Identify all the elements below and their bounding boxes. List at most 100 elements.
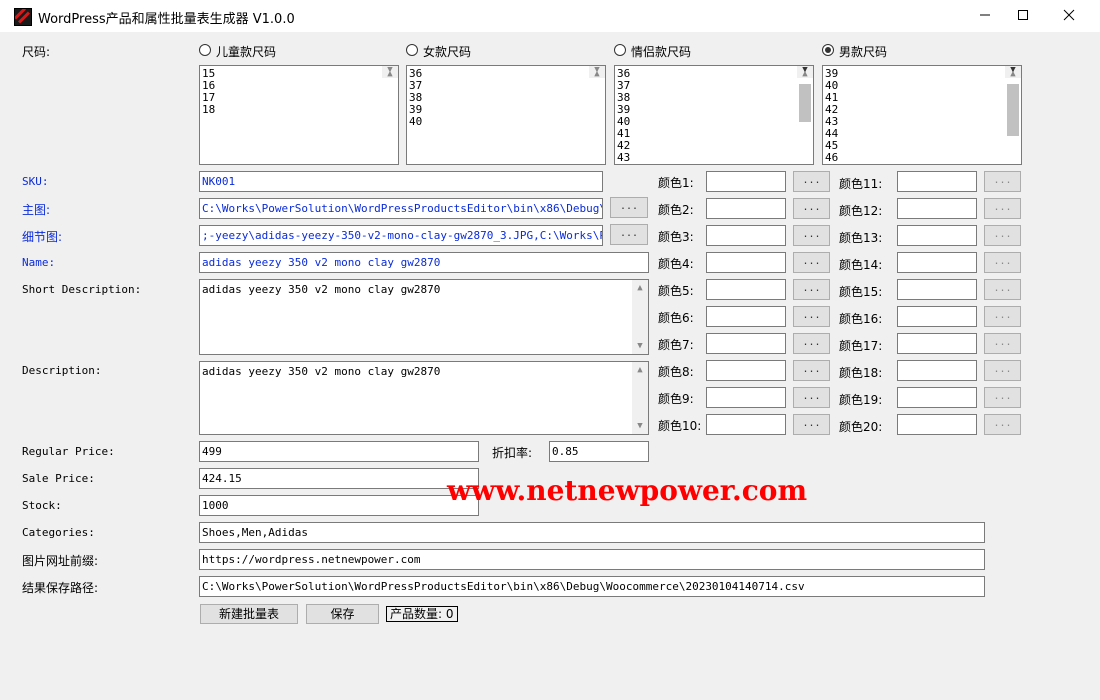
color-input-8[interactable]: [706, 360, 786, 381]
detail-image-browse-button[interactable]: ...: [610, 224, 648, 245]
color-browse-button-20[interactable]: ...: [984, 414, 1021, 435]
regular-price-input[interactable]: 499: [199, 441, 479, 462]
color-input-2[interactable]: [706, 198, 786, 219]
list-item[interactable]: 41: [825, 92, 1021, 104]
chevron-up-icon[interactable]: ▲: [632, 362, 648, 378]
color-input-18[interactable]: [897, 360, 977, 381]
chevron-down-icon[interactable]: ▼: [1005, 66, 1021, 78]
color-browse-button-10[interactable]: ...: [793, 414, 830, 435]
name-input[interactable]: adidas yeezy 350 v2 mono clay gw2870: [199, 252, 649, 273]
color-input-16[interactable]: [897, 306, 977, 327]
save-path-input[interactable]: C:\Works\PowerSolution\WordPressProducts…: [199, 576, 985, 597]
color-browse-button-3[interactable]: ...: [793, 225, 830, 246]
scrollbar[interactable]: ▲ ▼: [1005, 66, 1021, 136]
list-item[interactable]: 36: [617, 68, 813, 80]
list-item[interactable]: 42: [825, 104, 1021, 116]
color-input-5[interactable]: [706, 279, 786, 300]
color-browse-button-16[interactable]: ...: [984, 306, 1021, 327]
color-input-14[interactable]: [897, 252, 977, 273]
color-input-3[interactable]: [706, 225, 786, 246]
color-browse-button-8[interactable]: ...: [793, 360, 830, 381]
scrollbar-thumb[interactable]: [1007, 84, 1019, 136]
chevron-down-icon[interactable]: ▼: [382, 66, 398, 78]
list-item[interactable]: 43: [617, 152, 813, 164]
list-item[interactable]: 15: [202, 68, 398, 80]
color-input-1[interactable]: [706, 171, 786, 192]
radio-kids-size[interactable]: [199, 44, 211, 56]
save-button[interactable]: 保存: [306, 604, 379, 624]
detail-image-input[interactable]: ;-yeezy\adidas-yeezy-350-v2-mono-clay-gw…: [199, 225, 603, 246]
color-input-4[interactable]: [706, 252, 786, 273]
radio-women-size[interactable]: [406, 44, 418, 56]
list-item[interactable]: 40: [409, 116, 605, 128]
list-item[interactable]: 39: [617, 104, 813, 116]
color-browse-button-19[interactable]: ...: [984, 387, 1021, 408]
chevron-down-icon[interactable]: ▼: [632, 418, 648, 434]
short-description-textarea[interactable]: adidas yeezy 350 v2 mono clay gw2870 ▲ ▼: [199, 279, 649, 355]
color-browse-button-6[interactable]: ...: [793, 306, 830, 327]
color-browse-button-18[interactable]: ...: [984, 360, 1021, 381]
sku-input[interactable]: NK001: [199, 171, 603, 192]
scrollbar[interactable]: ▲ ▼: [632, 362, 648, 434]
color-browse-button-2[interactable]: ...: [793, 198, 830, 219]
couple-size-list[interactable]: 36 37 38 39 40 41 42 43 ▲ ▼: [614, 65, 814, 165]
color-input-13[interactable]: [897, 225, 977, 246]
close-button[interactable]: [1046, 0, 1092, 32]
color-browse-button-14[interactable]: ...: [984, 252, 1021, 273]
list-item[interactable]: 36: [409, 68, 605, 80]
maximize-button[interactable]: [1000, 0, 1046, 32]
color-input-19[interactable]: [897, 387, 977, 408]
description-textarea[interactable]: adidas yeezy 350 v2 mono clay gw2870 ▲ ▼: [199, 361, 649, 435]
color-input-6[interactable]: [706, 306, 786, 327]
color-browse-button-11[interactable]: ...: [984, 171, 1021, 192]
categories-input[interactable]: Shoes,Men,Adidas: [199, 522, 985, 543]
scrollbar[interactable]: ▲ ▼: [589, 66, 605, 79]
scrollbar[interactable]: ▲ ▼: [797, 66, 813, 122]
list-item[interactable]: 39: [409, 104, 605, 116]
scrollbar-thumb[interactable]: [799, 84, 811, 122]
list-item[interactable]: 18: [202, 104, 398, 116]
new-sheet-button[interactable]: 新建批量表: [200, 604, 298, 624]
main-image-browse-button[interactable]: ...: [610, 197, 648, 218]
list-item[interactable]: 17: [202, 92, 398, 104]
discount-input[interactable]: 0.85: [549, 441, 649, 462]
color-browse-button-9[interactable]: ...: [793, 387, 830, 408]
list-item[interactable]: 45: [825, 140, 1021, 152]
kids-size-list[interactable]: 15 16 17 18 ▲ ▼: [199, 65, 399, 165]
women-size-list[interactable]: 36 37 38 39 40 ▲ ▼: [406, 65, 606, 165]
chevron-up-icon[interactable]: ▲: [632, 280, 648, 296]
scrollbar[interactable]: ▲ ▼: [632, 280, 648, 354]
list-item[interactable]: 37: [409, 80, 605, 92]
chevron-down-icon[interactable]: ▼: [632, 338, 648, 354]
color-input-11[interactable]: [897, 171, 977, 192]
list-item[interactable]: 44: [825, 128, 1021, 140]
list-item[interactable]: 43: [825, 116, 1021, 128]
color-browse-button-17[interactable]: ...: [984, 333, 1021, 354]
color-input-9[interactable]: [706, 387, 786, 408]
list-item[interactable]: 40: [825, 80, 1021, 92]
list-item[interactable]: 41: [617, 128, 813, 140]
main-image-input[interactable]: C:\Works\PowerSolution\WordPressProducts…: [199, 198, 603, 219]
color-browse-button-12[interactable]: ...: [984, 198, 1021, 219]
color-browse-button-13[interactable]: ...: [984, 225, 1021, 246]
list-item[interactable]: 46: [825, 152, 1021, 164]
list-item[interactable]: 40: [617, 116, 813, 128]
chevron-down-icon[interactable]: ▼: [797, 66, 813, 78]
color-browse-button-15[interactable]: ...: [984, 279, 1021, 300]
color-input-12[interactable]: [897, 198, 977, 219]
sale-price-input[interactable]: 424.15: [199, 468, 479, 489]
list-item[interactable]: 42: [617, 140, 813, 152]
color-input-20[interactable]: [897, 414, 977, 435]
list-item[interactable]: 38: [617, 92, 813, 104]
list-item[interactable]: 16: [202, 80, 398, 92]
radio-men-size[interactable]: [822, 44, 834, 56]
image-prefix-input[interactable]: https://wordpress.netnewpower.com: [199, 549, 985, 570]
list-item[interactable]: 38: [409, 92, 605, 104]
color-browse-button-5[interactable]: ...: [793, 279, 830, 300]
scrollbar[interactable]: ▲ ▼: [382, 66, 398, 79]
list-item[interactable]: 39: [825, 68, 1021, 80]
men-size-list[interactable]: 39 40 41 42 43 44 45 46 ▲ ▼: [822, 65, 1022, 165]
chevron-down-icon[interactable]: ▼: [589, 66, 605, 78]
list-item[interactable]: 37: [617, 80, 813, 92]
radio-couple-size[interactable]: [614, 44, 626, 56]
